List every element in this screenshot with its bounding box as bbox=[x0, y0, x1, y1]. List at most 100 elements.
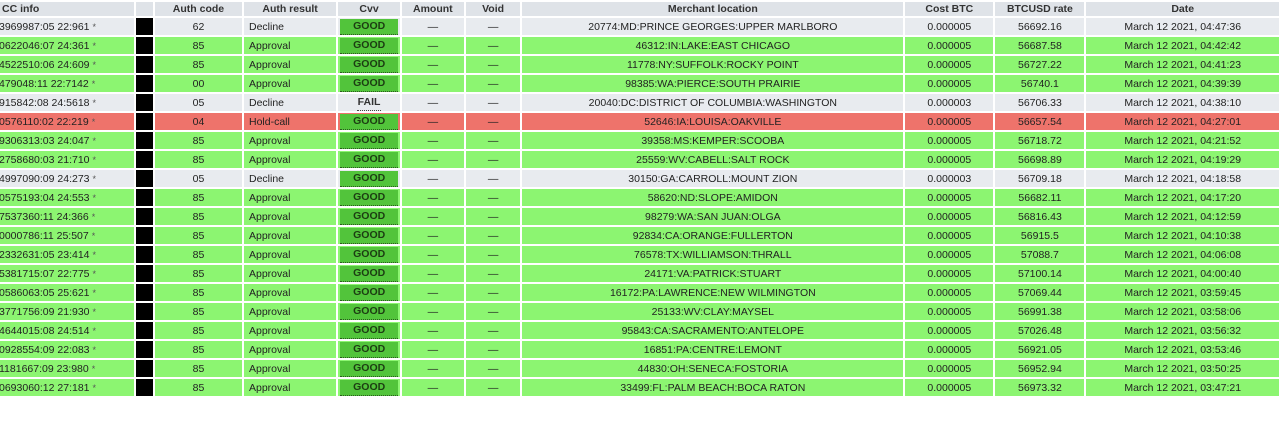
header-btcusd-rate[interactable]: BTCUSD rate bbox=[995, 2, 1085, 16]
star-marker[interactable]: * bbox=[92, 231, 96, 241]
void-cell: — bbox=[465, 227, 521, 244]
auth-code-cell: 05 bbox=[154, 94, 242, 111]
merchant-location-cell: 20774:MD:PRINCE GEORGES:UPPER MARLBORO bbox=[522, 18, 904, 35]
star-marker[interactable]: * bbox=[93, 98, 97, 108]
cc-info-cell: 4644015:08 24:514 * bbox=[0, 322, 134, 339]
void-cell: — bbox=[465, 94, 521, 111]
cvv-badge[interactable]: GOOD bbox=[340, 360, 399, 377]
table-row: 479048:11 22:7142 * 00 Approval GOOD — — … bbox=[0, 75, 1279, 92]
cvv-badge[interactable]: GOOD bbox=[340, 227, 399, 244]
merchant-location-cell: 33499:FL:PALM BEACH:BOCA RATON bbox=[522, 379, 904, 396]
cvv-cell: GOOD bbox=[338, 246, 400, 263]
cvv-badge[interactable]: GOOD bbox=[340, 132, 399, 149]
cost-btc-cell: 0.000005 bbox=[905, 113, 994, 130]
merchant-location-cell: 98385:WA:PIERCE:SOUTH PRAIRIE bbox=[522, 75, 904, 92]
cvv-badge[interactable]: FAIL bbox=[356, 95, 382, 111]
cvv-cell: GOOD bbox=[338, 113, 400, 130]
star-marker[interactable]: * bbox=[93, 60, 97, 70]
cvv-badge[interactable]: GOOD bbox=[340, 322, 399, 339]
header-cost-btc[interactable]: Cost BTC bbox=[905, 2, 994, 16]
star-marker[interactable]: * bbox=[93, 174, 97, 184]
star-marker[interactable]: * bbox=[93, 41, 97, 51]
cvv-badge[interactable]: GOOD bbox=[340, 246, 399, 263]
cvv-badge[interactable]: GOOD bbox=[340, 284, 399, 301]
redaction-block bbox=[135, 189, 153, 206]
cvv-badge[interactable]: GOOD bbox=[340, 18, 399, 35]
cc-info-cell: 0576110:02 22:219 * bbox=[0, 113, 134, 130]
auth-code-cell: 85 bbox=[154, 379, 242, 396]
cvv-badge[interactable]: GOOD bbox=[340, 113, 399, 130]
star-marker[interactable]: * bbox=[92, 364, 96, 374]
auth-result-cell: Approval bbox=[244, 341, 337, 358]
star-marker[interactable]: * bbox=[93, 326, 97, 336]
btcusd-rate-cell: 57069.44 bbox=[995, 284, 1085, 301]
auth-code-cell: 00 bbox=[154, 75, 242, 92]
cvv-badge[interactable]: GOOD bbox=[340, 151, 399, 168]
header-auth-result[interactable]: Auth result bbox=[244, 2, 337, 16]
merchant-location-cell: 95843:CA:SACRAMENTO:ANTELOPE bbox=[522, 322, 904, 339]
star-marker[interactable]: * bbox=[93, 345, 97, 355]
cvv-badge[interactable]: GOOD bbox=[340, 56, 399, 73]
cvv-badge[interactable]: GOOD bbox=[340, 75, 399, 92]
cvv-badge[interactable]: GOOD bbox=[340, 265, 399, 282]
header-auth-code[interactable]: Auth code bbox=[154, 2, 242, 16]
star-marker[interactable]: * bbox=[92, 117, 96, 127]
star-marker[interactable]: * bbox=[93, 155, 97, 165]
btcusd-rate-cell: 56709.18 bbox=[995, 170, 1085, 187]
star-marker[interactable]: * bbox=[92, 212, 96, 222]
table-row: 0693060:12 27:181 * 85 Approval GOOD — — … bbox=[0, 379, 1279, 396]
header-cvv[interactable]: Cvv bbox=[338, 2, 400, 16]
cc-info-text: 9306313:03 24:047 bbox=[0, 134, 90, 147]
auth-result-cell: Approval bbox=[244, 284, 337, 301]
btcusd-rate-cell: 56740.1 bbox=[995, 75, 1085, 92]
cc-info-cell: 2758680:03 21:710 * bbox=[0, 151, 134, 168]
cc-info-text: 2758680:03 21:710 bbox=[0, 153, 90, 166]
star-marker[interactable]: * bbox=[93, 383, 97, 393]
cvv-badge[interactable]: GOOD bbox=[340, 341, 399, 358]
btcusd-rate-cell: 57026.48 bbox=[995, 322, 1085, 339]
star-marker[interactable]: * bbox=[93, 136, 97, 146]
auth-result-cell: Approval bbox=[244, 265, 337, 282]
merchant-location-cell: 20040:DC:DISTRICT OF COLUMBIA:WASHINGTON bbox=[522, 94, 904, 111]
cvv-badge[interactable]: GOOD bbox=[340, 208, 399, 225]
cvv-cell: GOOD bbox=[338, 341, 400, 358]
amount-cell: — bbox=[401, 379, 464, 396]
star-marker[interactable]: * bbox=[93, 307, 97, 317]
cc-info-cell: 4997090:09 24:273 * bbox=[0, 170, 134, 187]
star-marker[interactable]: * bbox=[93, 288, 97, 298]
merchant-location-cell: 39358:MS:KEMPER:SCOOBA bbox=[522, 132, 904, 149]
star-marker[interactable]: * bbox=[92, 79, 96, 89]
header-cc-info[interactable]: CC info bbox=[0, 2, 134, 16]
amount-cell: — bbox=[401, 189, 464, 206]
cc-info-cell: 0693060:12 27:181 * bbox=[0, 379, 134, 396]
merchant-location-cell: 46312:IN:LAKE:EAST CHICAGO bbox=[522, 37, 904, 54]
amount-cell: — bbox=[401, 284, 464, 301]
date-cell: March 12 2021, 04:41:23 bbox=[1086, 56, 1279, 73]
redaction-block bbox=[135, 208, 153, 225]
header-amount[interactable]: Amount bbox=[401, 2, 464, 16]
date-cell: March 12 2021, 03:50:25 bbox=[1086, 360, 1279, 377]
cvv-cell: GOOD bbox=[338, 151, 400, 168]
table-row: 3969987:05 22:961 * 62 Decline GOOD — — 2… bbox=[0, 18, 1279, 35]
table-row: 4522510:06 24:609 * 85 Approval GOOD — — … bbox=[0, 56, 1279, 73]
cvv-badge[interactable]: GOOD bbox=[340, 379, 399, 396]
cvv-badge[interactable]: GOOD bbox=[340, 189, 399, 206]
cvv-badge[interactable]: GOOD bbox=[340, 303, 399, 320]
cvv-badge[interactable]: GOOD bbox=[340, 170, 399, 187]
header-merchant-location[interactable]: Merchant location bbox=[522, 2, 904, 16]
header-void[interactable]: Void bbox=[465, 2, 521, 16]
date-cell: March 12 2021, 04:42:42 bbox=[1086, 37, 1279, 54]
cvv-badge[interactable]: GOOD bbox=[340, 37, 399, 54]
star-marker[interactable]: * bbox=[93, 193, 97, 203]
star-marker[interactable]: * bbox=[93, 269, 97, 279]
auth-result-cell: Approval bbox=[244, 246, 337, 263]
btcusd-rate-cell: 56921.05 bbox=[995, 341, 1085, 358]
star-marker[interactable]: * bbox=[93, 22, 97, 32]
cvv-cell: GOOD bbox=[338, 360, 400, 377]
date-cell: March 12 2021, 03:58:06 bbox=[1086, 303, 1279, 320]
star-marker[interactable]: * bbox=[93, 250, 97, 260]
void-cell: — bbox=[465, 379, 521, 396]
header-date[interactable]: Date bbox=[1086, 2, 1279, 16]
amount-cell: — bbox=[401, 322, 464, 339]
table-row: 0575193:04 24:553 * 85 Approval GOOD — — … bbox=[0, 189, 1279, 206]
